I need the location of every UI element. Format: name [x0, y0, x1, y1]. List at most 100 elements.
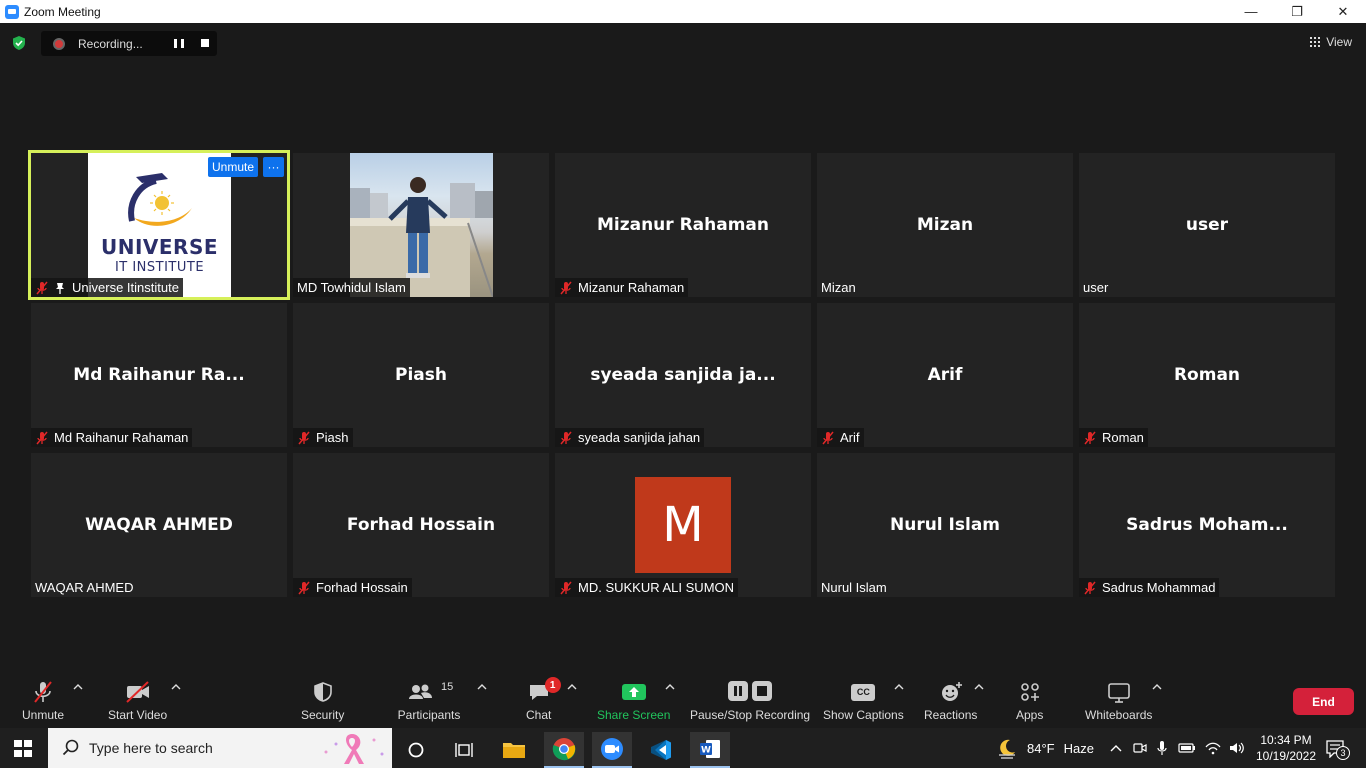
clock-date: 10/19/2022: [1255, 749, 1317, 763]
share-screen-button[interactable]: Share Screen: [597, 679, 670, 722]
svg-text:W: W: [701, 746, 711, 756]
participant-tile-2[interactable]: Mizanur Rahaman Mizanur Rahaman: [555, 153, 811, 297]
mic-muted-icon: [36, 281, 48, 294]
captions-options-caret-icon[interactable]: [894, 683, 904, 691]
file-explorer-icon[interactable]: [494, 732, 534, 768]
battery-icon[interactable]: [1178, 741, 1196, 755]
mic-muted-icon: [1084, 581, 1096, 594]
participant-display-name: Arif: [927, 365, 963, 385]
task-view-icon[interactable]: [444, 732, 484, 768]
recording-dot-icon: [53, 37, 65, 50]
mic-off-icon: [34, 681, 52, 703]
apps-button[interactable]: Apps: [1016, 679, 1043, 722]
participant-tile-3[interactable]: Mizan Mizan: [817, 153, 1073, 297]
clock-time: 10:34 PM: [1260, 733, 1312, 747]
taskbar-search-box[interactable]: Type here to search: [48, 728, 392, 768]
close-button[interactable]: ✕: [1320, 0, 1366, 23]
windows-start-icon[interactable]: [14, 740, 32, 757]
reactions-emoji-icon: [941, 682, 962, 701]
share-options-caret-icon[interactable]: [665, 683, 675, 691]
participant-display-name: WAQAR AHMED: [85, 515, 233, 535]
participant-tile-10[interactable]: WAQAR AHMED WAQAR AHMED: [31, 453, 287, 597]
microphone-icon[interactable]: [1156, 740, 1168, 756]
video-options-caret-icon[interactable]: [171, 683, 181, 691]
participant-name-label: Universe Itinstitute: [31, 278, 183, 297]
participant-name: Md Raihanur Rahaman: [54, 430, 189, 445]
stop-recording-icon[interactable]: [201, 39, 209, 47]
participant-name: Nurul Islam: [821, 580, 887, 595]
vscode-icon[interactable]: [641, 732, 681, 768]
show-captions-button[interactable]: CC Show Captions: [823, 679, 904, 722]
graduation-cap-logo-icon: [128, 173, 192, 226]
unmute-button[interactable]: Unmute: [22, 679, 64, 722]
participant-name-label: Roman: [1079, 428, 1148, 447]
participants-button[interactable]: 15 Participants: [397, 679, 461, 722]
participant-name: Mizan: [821, 280, 856, 295]
audio-options-caret-icon[interactable]: [73, 683, 83, 691]
zoom-app-icon: [5, 4, 19, 19]
task-view-cortana-icon[interactable]: [396, 732, 436, 768]
participant-tile-0[interactable]: UNIVERSE IT INSTITUTE Unmute ··· Univers…: [28, 150, 290, 300]
encryption-shield-icon[interactable]: [11, 35, 27, 51]
participant-tile-11[interactable]: Forhad Hossain Forhad Hossain: [293, 453, 549, 597]
word-icon[interactable]: W: [690, 732, 730, 768]
chat-unread-badge: 1: [544, 677, 561, 693]
participant-tile-8[interactable]: Arif Arif: [817, 303, 1073, 447]
end-meeting-button[interactable]: End: [1293, 688, 1354, 715]
restore-button[interactable]: ❐: [1274, 0, 1320, 23]
wifi-icon[interactable]: [1204, 741, 1222, 755]
participant-gallery: UNIVERSE IT INSTITUTE Unmute ··· Univers…: [28, 150, 1335, 597]
participant-name-label: Piash: [293, 428, 353, 447]
whiteboards-options-caret-icon[interactable]: [1152, 683, 1162, 691]
participant-name-label: user: [1079, 278, 1112, 297]
participants-count: 15: [441, 681, 454, 693]
windows-taskbar: Type here to search W 84°F Haze 10:34 PM…: [0, 728, 1366, 768]
start-video-button[interactable]: Start Video: [108, 679, 167, 722]
participant-tile-4[interactable]: user user: [1079, 153, 1335, 297]
show-hidden-icons-chevron-icon[interactable]: [1110, 743, 1122, 753]
minimize-button[interactable]: —: [1228, 0, 1274, 23]
participant-tile-5[interactable]: Md Raihanur Ra... Md Raihanur Rahaman: [31, 303, 287, 447]
notification-center-icon[interactable]: 3: [1326, 740, 1350, 763]
participant-name: Sadrus Mohammad: [1102, 580, 1216, 595]
tile-more-button[interactable]: ···: [263, 157, 284, 177]
chat-button[interactable]: 1 Chat: [526, 677, 561, 722]
mic-muted-icon: [298, 431, 310, 444]
meet-now-icon[interactable]: [1132, 740, 1148, 756]
whiteboards-button[interactable]: Whiteboards: [1085, 679, 1152, 722]
tile-unmute-button[interactable]: Unmute: [208, 157, 259, 177]
reactions-options-caret-icon[interactable]: [974, 683, 984, 691]
chat-options-caret-icon[interactable]: [567, 683, 577, 691]
participant-display-name: Piash: [395, 365, 447, 385]
zoom-taskbar-icon[interactable]: [592, 732, 632, 768]
participant-name: Forhad Hossain: [316, 580, 408, 595]
participant-tile-7[interactable]: syeada sanjida ja... syeada sanjida jaha…: [555, 303, 811, 447]
participant-display-name: Forhad Hossain: [346, 515, 496, 535]
weather-widget[interactable]: 84°F Haze: [996, 728, 1094, 768]
chrome-icon[interactable]: [544, 732, 584, 768]
participant-name-label: Mizanur Rahaman: [555, 278, 689, 297]
participant-name: user: [1083, 280, 1109, 295]
pause-recording-icon[interactable]: [174, 39, 184, 48]
moon-haze-icon: [999, 739, 1015, 759]
view-button[interactable]: View: [1310, 35, 1352, 49]
pause-stop-recording-button[interactable]: Pause/Stop Recording: [690, 679, 810, 722]
mic-muted-icon: [560, 281, 572, 294]
participant-display-name: Mizan: [916, 215, 974, 235]
participant-name-label: MD. SUKKUR ALI SUMON: [555, 578, 739, 597]
participant-tile-12[interactable]: M MD. SUKKUR ALI SUMON: [555, 453, 811, 597]
volume-icon[interactable]: [1228, 741, 1246, 755]
participant-name-label: Sadrus Mohammad: [1079, 578, 1220, 597]
reactions-button[interactable]: Reactions: [924, 679, 977, 722]
show-captions-label: Show Captions: [823, 708, 904, 722]
security-button[interactable]: Security: [301, 679, 344, 722]
participants-options-caret-icon[interactable]: [477, 683, 487, 691]
participant-tile-14[interactable]: Sadrus Moham... Sadrus Mohammad: [1079, 453, 1335, 597]
participant-tile-9[interactable]: Roman Roman: [1079, 303, 1335, 447]
participant-tile-1[interactable]: MD Towhidul Islam: [293, 153, 549, 297]
participants-label: Participants: [397, 708, 461, 722]
participant-name-label: Mizan: [817, 278, 860, 297]
taskbar-clock[interactable]: 10:34 PM 10/19/2022: [1254, 732, 1318, 764]
participant-tile-6[interactable]: Piash Piash: [293, 303, 549, 447]
participant-tile-13[interactable]: Nurul Islam Nurul Islam: [817, 453, 1073, 597]
